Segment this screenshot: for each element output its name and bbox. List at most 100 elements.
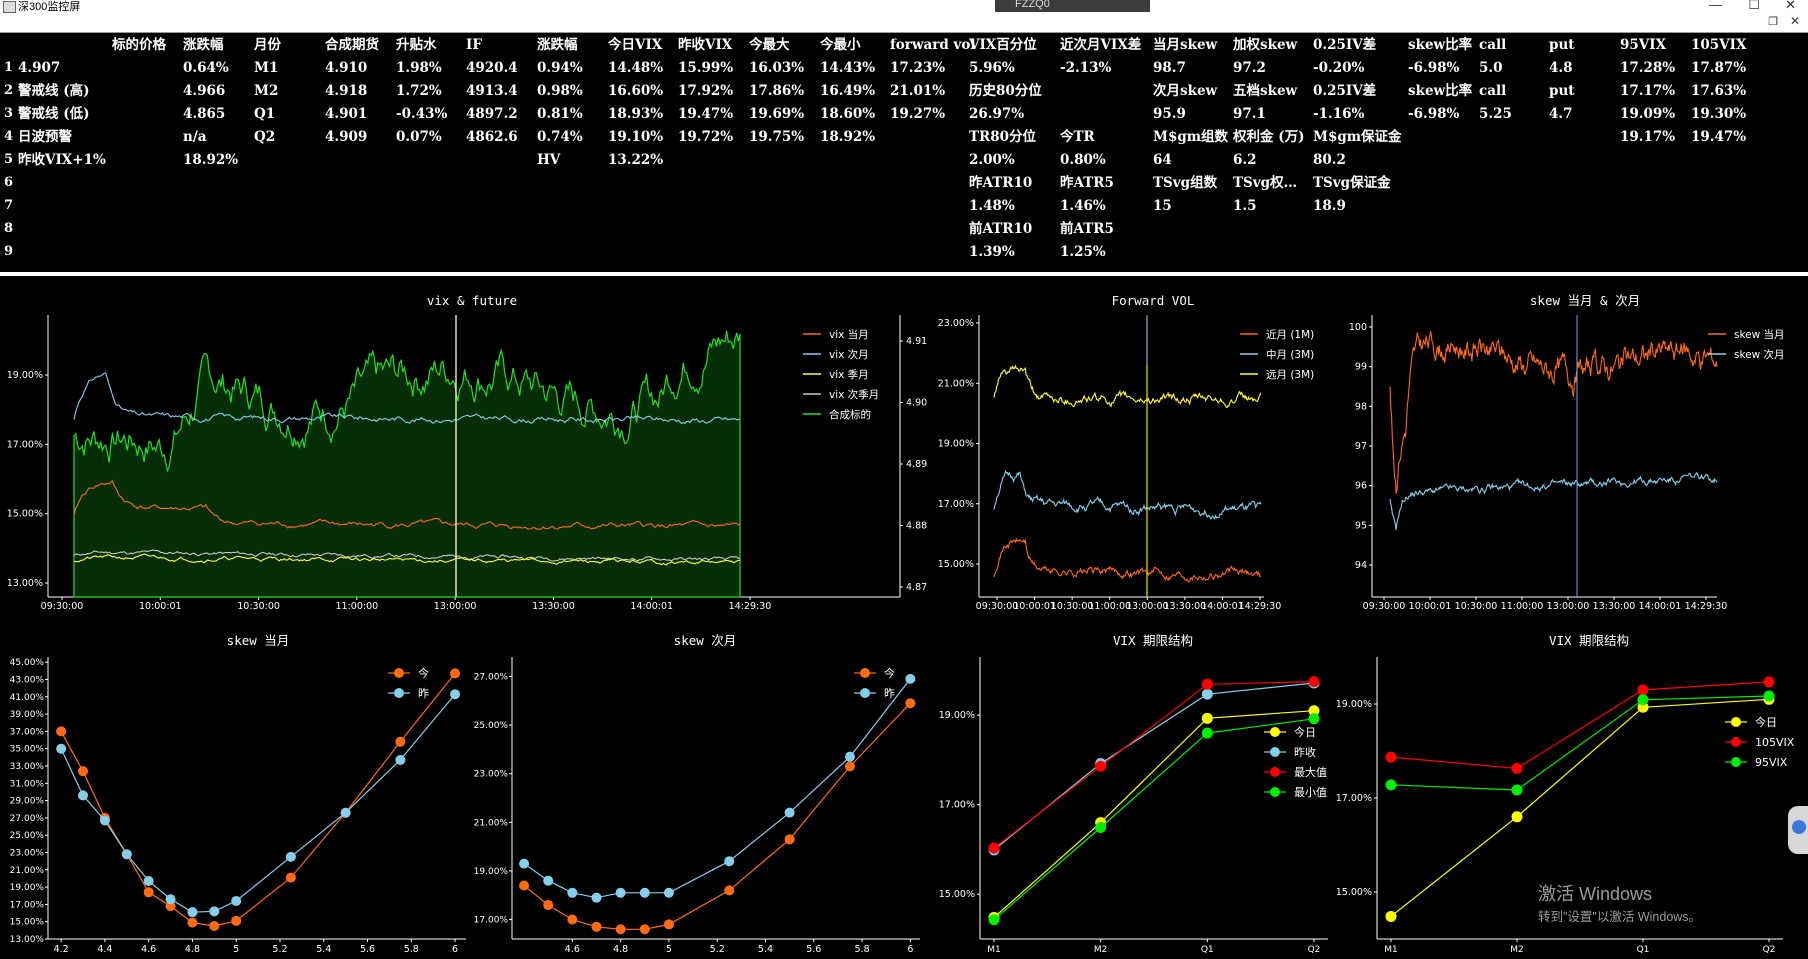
term-structure-1-point	[1201, 688, 1213, 700]
skew-m2-point	[543, 875, 554, 886]
side-assistant-tab[interactable]	[1788, 806, 1808, 854]
skew-m1-chart-title: skew 当月	[227, 633, 290, 648]
forward-vol-legend-label: 近月 (1M)	[1266, 328, 1314, 341]
vix-future-left-y-tick-label: 15.00%	[7, 509, 43, 520]
forward-vol-mid-line	[993, 470, 1262, 521]
term-structure-1-chart-title: VIX 期限结构	[1113, 633, 1193, 648]
skew-m1-point	[165, 894, 176, 905]
skew-months-legend-label: skew 当月	[1734, 328, 1785, 341]
vix-future-right-tick-label: 4.90	[906, 398, 927, 409]
skew-months-x-tick-label: 14:29:30	[1685, 601, 1728, 612]
term-structure-2-point	[1511, 762, 1523, 774]
skew-months-x-tick-label: 11:00:00	[1501, 601, 1544, 612]
skew-m1-series-line	[60, 673, 456, 927]
skew-m1-point	[143, 876, 154, 887]
forward-vol-far-line	[993, 364, 1262, 409]
skew-m2-line	[1389, 471, 1718, 531]
skew-m2-x-tick-label: 6	[907, 944, 913, 955]
term-structure-1-point	[988, 914, 1000, 926]
vix-future-right-tick-label: 4.88	[906, 521, 927, 532]
term-structure-2-x-tick-label: M1	[1384, 945, 1398, 955]
skew-m2-point	[543, 899, 554, 910]
skew-m2-point	[724, 885, 735, 896]
skew-m1-legend-label: 昨	[418, 687, 429, 700]
skew-m1-point	[78, 790, 89, 801]
vix-future-x-tick-label: 11:00:00	[336, 601, 379, 612]
skew-months-x-tick-label: 09:30:00	[1363, 601, 1406, 612]
term-structure-1-legend-label: 今日	[1294, 725, 1316, 739]
vix-future-left-y-tick-label: 17.00%	[7, 439, 43, 450]
forward-vol-y-tick-label: 17.00%	[938, 499, 974, 510]
term-structure-2-series-line	[1390, 695, 1770, 791]
skew-m1-x-tick-label: 5.4	[316, 944, 331, 955]
skew-m1-x-tick-label: 4.8	[185, 944, 200, 955]
skew-m2-point	[567, 914, 578, 925]
term-structure-1-series-line	[993, 681, 1315, 849]
term-structure-1-point	[1201, 712, 1213, 724]
term-structure-1-legend-marker	[1270, 727, 1280, 737]
skew-m2-x-tick-label: 4.6	[565, 944, 580, 955]
term-structure-2-legend-label: 今日	[1755, 715, 1777, 729]
skew-m1-y-tick-label: 21.00%	[10, 866, 45, 876]
skew-m2-y-tick-label: 27.00%	[474, 672, 509, 682]
forward-vol-x-tick-label: 11:00:00	[1088, 601, 1131, 612]
vix-future-x-tick-label: 10:30:00	[237, 601, 280, 612]
skew-m2-x-tick-label: 5.8	[855, 944, 870, 955]
vix-future-left-y-tick-label: 13.00%	[7, 578, 43, 589]
activation-watermark-title: 激活 Windows	[1538, 884, 1653, 904]
skew-m1-point	[99, 815, 110, 826]
forward-vol-y-tick-label: 15.00%	[938, 559, 974, 570]
skew-m1-y-tick-label: 19.00%	[10, 883, 45, 893]
skew-m1-y-tick-label: 33.00%	[10, 762, 45, 772]
term-structure-2-point	[1637, 684, 1649, 696]
skew-m1-series-line	[60, 693, 456, 913]
skew-m1-point	[395, 736, 406, 747]
skew-m1-y-tick-label: 23.00%	[10, 848, 45, 858]
skew-m2-point	[639, 887, 650, 898]
skew-m2-chart-title: skew 次月	[674, 633, 737, 648]
skew-m2-point	[905, 698, 916, 709]
skew-m1-point	[143, 887, 154, 898]
skew-m2-y-tick-label: 25.00%	[474, 721, 509, 731]
skew-m1-point	[121, 849, 132, 860]
skew-m2-series-line	[523, 678, 911, 899]
skew-m1-y-tick-label: 17.00%	[10, 900, 45, 910]
skew-m2-point	[724, 856, 735, 867]
skew-m1-point	[395, 754, 406, 765]
term-structure-2-y-tick-label: 17.00%	[1336, 793, 1372, 804]
vix-future-legend-label: vix 次月	[829, 348, 869, 361]
vix-future-x-tick-label: 13:00:00	[434, 601, 477, 612]
term-structure-1-point	[1095, 760, 1107, 772]
skew-months-y-tick-label: 98	[1355, 401, 1367, 412]
skew-m2-legend-marker	[860, 668, 870, 678]
vix-future-legend-label: vix 季月	[829, 369, 869, 381]
skew-m1-point	[187, 907, 198, 918]
vix-future-legend-label: vix 当月	[829, 328, 869, 341]
skew-m2-y-tick-label: 17.00%	[474, 916, 509, 926]
skew-m2-x-tick-label: 5.6	[806, 944, 821, 955]
skew-months-y-tick-label: 95	[1355, 520, 1367, 531]
skew-months-x-tick-label: 10:00:01	[1409, 601, 1452, 612]
skew-m2-point	[519, 858, 530, 869]
skew-m1-point	[209, 921, 220, 932]
skew-m2-point	[905, 673, 916, 684]
term-structure-1-x-tick-label: Q2	[1308, 945, 1321, 955]
vix-future-right-tick-label: 4.89	[906, 459, 927, 470]
vix-future-x-tick-label: 09:30:00	[41, 601, 84, 612]
skew-months-y-tick-label: 99	[1355, 362, 1367, 373]
vix-future-x-tick-label: 14:00:01	[630, 601, 673, 612]
term-structure-1-legend-label: 昨收	[1294, 745, 1316, 759]
term-structure-2-x-tick-label: M2	[1510, 945, 1524, 955]
skew-m1-legend-marker	[394, 668, 404, 678]
skew-m1-x-tick-label: 6	[452, 944, 458, 955]
vix-future-right-tick-label: 4.87	[906, 582, 927, 593]
skew-m1-x-tick-label: 4.4	[97, 944, 112, 955]
skew-m2-legend-label: 今	[884, 666, 895, 680]
skew-m2-point	[639, 924, 650, 935]
skew-m2-series-line	[523, 702, 911, 930]
term-structure-2-x-tick-label: Q1	[1637, 945, 1650, 955]
skew-m2-point	[844, 751, 855, 762]
term-structure-1-y-tick-label: 15.00%	[939, 889, 975, 900]
skew-m1-y-tick-label: 41.00%	[10, 693, 45, 703]
forward-vol-legend-label: 中月 (3M)	[1266, 348, 1314, 361]
